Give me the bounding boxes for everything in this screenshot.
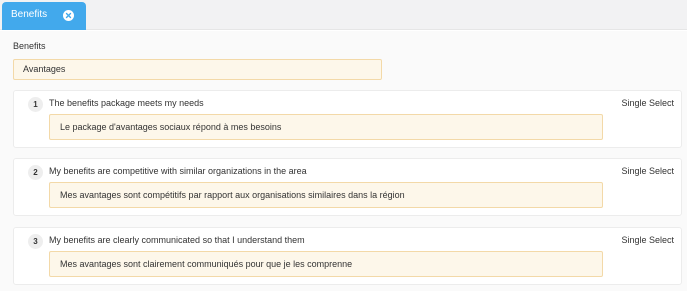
tab-bar: Benefits xyxy=(0,0,687,30)
question-number-badge: 3 xyxy=(28,234,43,249)
question-card: 1 The benefits package meets my needs Si… xyxy=(13,90,682,148)
question-type-label: Single Select xyxy=(621,235,674,245)
question-text: My benefits are competitive with similar… xyxy=(49,166,307,176)
translation-panel: Benefits Avantages 1 The benefits packag… xyxy=(0,31,687,291)
question-card: 2 My benefits are competitive with simil… xyxy=(13,158,682,216)
question-text: My benefits are clearly communicated so … xyxy=(49,235,305,245)
question-type-label: Single Select xyxy=(621,166,674,176)
close-icon[interactable] xyxy=(63,10,74,21)
section-translation-field[interactable]: Avantages xyxy=(13,59,382,80)
question-number-badge: 1 xyxy=(28,97,43,112)
question-translation-field[interactable]: Mes avantages sont clairement communiqué… xyxy=(49,251,603,277)
question-translation-field[interactable]: Mes avantages sont compétitifs par rappo… xyxy=(49,182,603,208)
question-number-badge: 2 xyxy=(28,165,43,180)
tab-benefits[interactable]: Benefits xyxy=(2,2,86,30)
section-title: Benefits xyxy=(13,41,46,51)
question-translation-field[interactable]: Le package d'avantages sociaux répond à … xyxy=(49,114,603,140)
tab-label: Benefits xyxy=(11,9,48,20)
question-card: 3 My benefits are clearly communicated s… xyxy=(13,227,682,285)
question-type-label: Single Select xyxy=(621,98,674,108)
question-text: The benefits package meets my needs xyxy=(49,98,204,108)
